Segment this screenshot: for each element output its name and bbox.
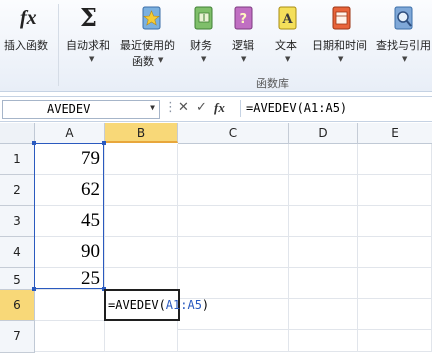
autosum-icon: Σ <box>80 4 97 32</box>
chevron-down-icon[interactable]: ▼ <box>158 56 163 64</box>
edit-formula-reference: A1:A5 <box>165 298 202 312</box>
recently-used-button[interactable]: 最近使用的 函数 ▼ <box>118 0 184 70</box>
row-header-7[interactable]: 7 <box>0 321 35 353</box>
cell-a6[interactable] <box>35 290 105 321</box>
cell-e-col[interactable] <box>358 144 432 352</box>
resize-handle-icon[interactable]: ⋮ <box>164 100 177 115</box>
chevron-down-icon[interactable]: ▼ <box>150 103 155 112</box>
row-header-3[interactable]: 3 <box>0 206 35 237</box>
column-header-a[interactable]: A <box>35 123 105 144</box>
formula-tools: ⋮ ✕ ✓ fx <box>162 100 236 118</box>
insert-function-button[interactable]: fx 插入函数 <box>0 0 58 70</box>
active-cell-b6[interactable]: =AVEDEV(A1:A5) <box>104 289 209 321</box>
row-header-6[interactable]: 6 <box>0 290 35 321</box>
chevron-down-icon[interactable]: ▼ <box>89 55 94 63</box>
logical-icon: ? <box>234 6 253 30</box>
ribbon: fx 插入函数 Σ 自动求和 ▼ 最近使用的 函数 ▼ 财务 ▼ ? 逻辑 ▼ … <box>0 0 432 92</box>
edit-formula-suffix: ) <box>201 298 210 312</box>
formula-input[interactable]: =AVEDEV(A1:A5) <box>240 100 432 117</box>
chevron-down-icon[interactable]: ▼ <box>201 55 206 63</box>
date-time-label: 日期和时间 <box>312 39 367 52</box>
cell-b7[interactable] <box>105 321 178 352</box>
insert-function-label: 插入函数 <box>4 39 48 52</box>
insert-function-icon[interactable]: fx <box>214 100 225 116</box>
cell-b5[interactable] <box>105 268 178 290</box>
text-icon: A <box>278 6 297 30</box>
recently-used-label-line2: 函数 <box>132 55 154 68</box>
insert-function-icon: fx <box>20 7 37 29</box>
text-button[interactable]: A 文本 ▼ <box>270 0 306 70</box>
financial-label: 财务 <box>190 39 212 52</box>
cell-b2[interactable] <box>105 175 178 206</box>
group-label: 函数库 <box>256 77 289 90</box>
lookup-reference-label: 查找与引用 <box>376 39 431 52</box>
recently-used-label: 最近使用的 <box>120 39 175 52</box>
text-label: 文本 <box>275 39 297 52</box>
formula-bar: AVEDEV ▼ ⋮ ✕ ✓ fx =AVEDEV(A1:A5) <box>0 96 432 122</box>
cell-b4[interactable] <box>105 237 178 268</box>
row-header-1[interactable]: 1 <box>0 144 35 175</box>
edit-formula-prefix: =AVEDEV( <box>108 298 166 312</box>
autosum-label: 自动求和 <box>66 39 110 52</box>
date-time-icon <box>332 6 351 30</box>
worksheet-grid: A B C D E 1 2 3 4 5 6 7 79 62 45 90 25 =… <box>0 123 432 353</box>
group-divider <box>58 4 59 86</box>
autosum-button[interactable]: Σ 自动求和 ▼ <box>62 0 118 70</box>
date-time-button[interactable]: 日期和时间 ▼ <box>308 0 374 70</box>
chevron-down-icon[interactable]: ▼ <box>285 55 290 63</box>
row-header-5[interactable]: 5 <box>0 268 35 290</box>
row-header-2[interactable]: 2 <box>0 175 35 206</box>
svg-text:Σ: Σ <box>80 4 97 32</box>
chevron-down-icon[interactable]: ▼ <box>241 55 246 63</box>
logical-label: 逻辑 <box>232 39 254 52</box>
range-reference-highlight <box>32 141 106 291</box>
column-header-e[interactable]: E <box>358 123 432 144</box>
cell-b3[interactable] <box>105 206 178 237</box>
chevron-down-icon[interactable]: ▼ <box>338 55 343 63</box>
column-header-b[interactable]: B <box>105 123 178 143</box>
lookup-reference-button[interactable]: 查找与引用 ▼ <box>374 0 432 70</box>
chevron-down-icon[interactable]: ▼ <box>402 55 407 63</box>
name-box[interactable]: AVEDEV ▼ <box>2 100 160 119</box>
financial-icon <box>194 6 213 30</box>
recently-used-icon <box>142 6 161 30</box>
svg-text:A: A <box>282 12 294 27</box>
enter-icon[interactable]: ✓ <box>196 100 207 115</box>
cell-a7[interactable] <box>35 321 105 352</box>
row-header-4[interactable]: 4 <box>0 237 35 268</box>
cell-d-col[interactable] <box>289 144 358 352</box>
logical-button[interactable]: ? 逻辑 ▼ <box>226 0 262 70</box>
column-header-d[interactable]: D <box>289 123 358 144</box>
column-header-c[interactable]: C <box>178 123 289 144</box>
cancel-icon[interactable]: ✕ <box>178 100 189 115</box>
select-all-corner[interactable] <box>0 123 35 144</box>
cell-b1[interactable] <box>105 144 178 175</box>
name-box-value: AVEDEV <box>47 102 91 116</box>
cell-c-col[interactable] <box>178 144 289 352</box>
financial-button[interactable]: 财务 ▼ <box>186 0 222 70</box>
lookup-reference-icon <box>394 6 413 30</box>
svg-text:?: ? <box>240 12 248 27</box>
svg-text:fx: fx <box>20 7 37 29</box>
